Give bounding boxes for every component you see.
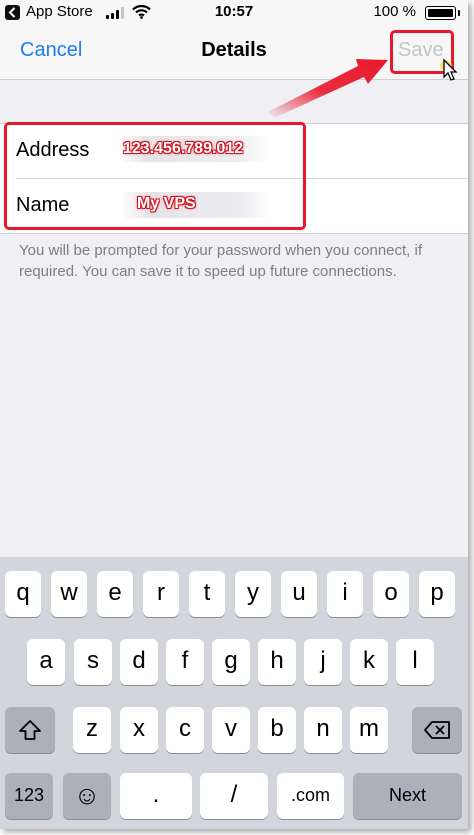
- dotcom-key[interactable]: .com: [277, 773, 344, 819]
- key-o[interactable]: o: [373, 571, 409, 617]
- backspace-key[interactable]: [412, 707, 462, 753]
- shift-key[interactable]: [5, 707, 55, 753]
- numbers-key[interactable]: 123: [5, 773, 53, 819]
- keyboard: q w e r t y u i o p a s d f g h j k l z …: [0, 557, 468, 829]
- key-u[interactable]: u: [281, 571, 317, 617]
- key-v[interactable]: v: [212, 707, 250, 753]
- key-t[interactable]: t: [189, 571, 225, 617]
- key-j[interactable]: j: [304, 639, 342, 685]
- key-b[interactable]: b: [258, 707, 296, 753]
- backspace-icon: [424, 721, 450, 739]
- password-hint: You will be prompted for your password w…: [19, 242, 423, 280]
- emoji-key[interactable]: ☺: [63, 773, 111, 819]
- key-l[interactable]: l: [396, 639, 434, 685]
- key-n[interactable]: n: [304, 707, 342, 753]
- key-d[interactable]: d: [120, 639, 158, 685]
- next-key[interactable]: Next: [353, 773, 462, 819]
- key-w[interactable]: w: [51, 571, 87, 617]
- annotation-arrow-icon: [268, 59, 388, 118]
- screenshot-frame: App Store 10:57 100 % Cancel Details Sav…: [0, 0, 468, 829]
- key-h[interactable]: h: [258, 639, 296, 685]
- period-key[interactable]: .: [120, 773, 192, 819]
- key-a[interactable]: a: [27, 639, 65, 685]
- key-p[interactable]: p: [419, 571, 455, 617]
- slash-key[interactable]: /: [200, 773, 268, 819]
- key-e[interactable]: e: [97, 571, 133, 617]
- key-x[interactable]: x: [120, 707, 158, 753]
- emoji-icon: ☺: [73, 780, 101, 810]
- key-m[interactable]: m: [350, 707, 388, 753]
- key-f[interactable]: f: [166, 639, 204, 685]
- mouse-cursor-icon: [440, 58, 458, 87]
- key-s[interactable]: s: [74, 639, 112, 685]
- key-i[interactable]: i: [327, 571, 363, 617]
- key-q[interactable]: q: [5, 571, 41, 617]
- key-z[interactable]: z: [73, 707, 111, 753]
- key-g[interactable]: g: [212, 639, 250, 685]
- key-c[interactable]: c: [166, 707, 204, 753]
- key-y[interactable]: y: [235, 571, 271, 617]
- key-r[interactable]: r: [143, 571, 179, 617]
- shift-icon: [19, 720, 41, 740]
- key-k[interactable]: k: [350, 639, 388, 685]
